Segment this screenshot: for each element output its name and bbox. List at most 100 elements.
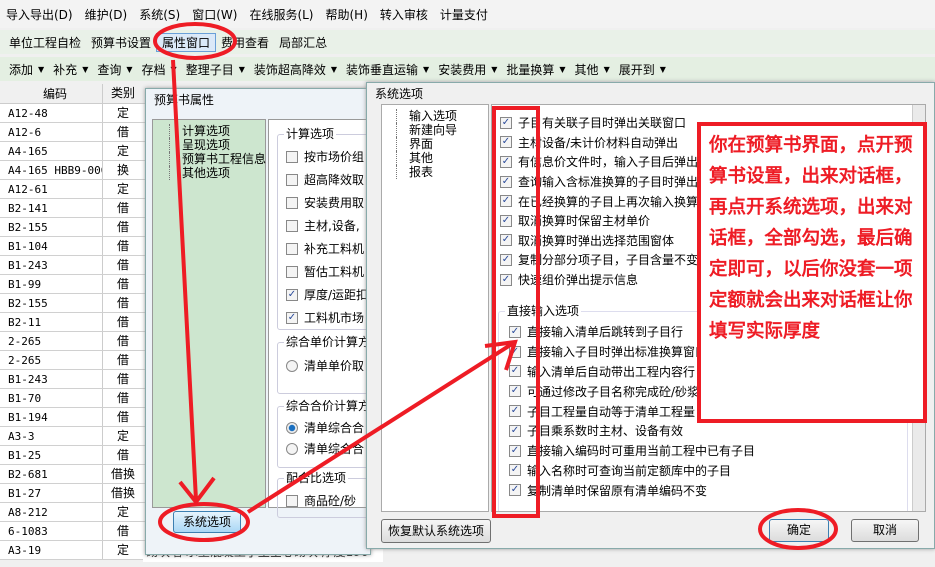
table-row[interactable]: 2-265 借 bbox=[0, 332, 145, 351]
toolbar-dropdown[interactable]: 添加 bbox=[4, 61, 38, 78]
checkbox-icon[interactable]: ✓ bbox=[500, 253, 512, 266]
menu-item[interactable]: 系统(S) bbox=[133, 6, 186, 23]
col-header-code[interactable]: 编码 bbox=[0, 84, 103, 103]
radio-icon[interactable] bbox=[286, 359, 298, 372]
table-row[interactable]: A4-165 定 bbox=[0, 142, 145, 161]
toolbar-dropdown[interactable]: 存档 bbox=[137, 61, 171, 78]
checkbox-icon[interactable] bbox=[286, 219, 298, 232]
checkbox-icon[interactable]: ✓ bbox=[286, 288, 298, 301]
checkbox-icon[interactable]: ✓ bbox=[509, 365, 521, 378]
table-row[interactable]: B2-155 借 bbox=[0, 218, 145, 237]
checkbox-icon[interactable]: ✓ bbox=[500, 136, 512, 149]
checkbox-icon[interactable]: ✓ bbox=[500, 273, 512, 286]
chevron-down-icon[interactable]: ▼ bbox=[82, 65, 92, 74]
menu-item[interactable]: 转入审核 bbox=[374, 6, 434, 23]
checkbox-icon[interactable]: ✓ bbox=[509, 464, 521, 477]
checkbox-icon[interactable] bbox=[286, 265, 298, 278]
table-row[interactable]: B1-99 借 bbox=[0, 275, 145, 294]
table-row[interactable]: B2-681 借换 bbox=[0, 465, 145, 484]
table-row[interactable]: B1-27 借换 bbox=[0, 484, 145, 503]
chevron-down-icon[interactable]: ▼ bbox=[171, 65, 181, 74]
menu-item[interactable]: 帮助(H) bbox=[320, 6, 374, 23]
table-row[interactable]: B1-243 借 bbox=[0, 370, 145, 389]
toolbar-button[interactable]: 预算书设置 bbox=[86, 34, 156, 51]
checkbox-option[interactable]: ✓ 子目乘系数时主材、设备有效 bbox=[509, 421, 904, 441]
cancel-button[interactable]: 取消 bbox=[851, 519, 919, 542]
table-row[interactable]: B2-141 借 bbox=[0, 199, 145, 218]
chevron-down-icon[interactable]: ▼ bbox=[331, 65, 341, 74]
toolbar-dropdown[interactable]: 其他 bbox=[570, 61, 604, 78]
tree-item[interactable]: 报表 bbox=[396, 165, 488, 179]
checkbox-icon[interactable]: ✓ bbox=[500, 155, 512, 168]
checkbox-icon[interactable]: ✓ bbox=[509, 484, 521, 497]
toolbar-button[interactable]: 属性窗口 bbox=[156, 32, 217, 52]
chevron-down-icon[interactable]: ▼ bbox=[604, 65, 614, 74]
toolbar-button[interactable]: 单位工程自检 bbox=[4, 34, 86, 51]
menu-item[interactable]: 计量支付 bbox=[434, 6, 494, 23]
checkbox-icon[interactable]: ✓ bbox=[500, 214, 512, 227]
toolbar-dropdown[interactable]: 批量换算 bbox=[501, 61, 559, 78]
checkbox-icon[interactable] bbox=[286, 242, 298, 255]
table-row[interactable]: B2-155 借 bbox=[0, 294, 145, 313]
toolbar-dropdown[interactable]: 整理子目 bbox=[181, 61, 239, 78]
checkbox-icon[interactable]: ✓ bbox=[509, 444, 521, 457]
checkbox-icon[interactable]: ✓ bbox=[509, 385, 521, 398]
checkbox-icon[interactable] bbox=[286, 173, 298, 186]
chevron-down-icon[interactable]: ▼ bbox=[423, 65, 433, 74]
table-row[interactable]: 2-265 借 bbox=[0, 351, 145, 370]
chevron-down-icon[interactable]: ▼ bbox=[126, 65, 136, 74]
checkbox-icon[interactable]: ✓ bbox=[500, 195, 512, 208]
table-row[interactable]: B2-11 借 bbox=[0, 313, 145, 332]
tree-item[interactable]: 输入选项 bbox=[396, 109, 488, 123]
tree-item[interactable]: 界面 bbox=[396, 137, 488, 151]
chevron-down-icon[interactable]: ▼ bbox=[239, 65, 249, 74]
toolbar-dropdown[interactable]: 装饰超高降效 bbox=[249, 61, 331, 78]
checkbox-icon[interactable]: ✓ bbox=[509, 345, 521, 358]
checkbox-icon[interactable]: ✓ bbox=[500, 116, 512, 129]
checkbox-icon[interactable]: ✓ bbox=[286, 311, 298, 324]
table-row[interactable]: A4-165 HBB9-000 换 bbox=[0, 161, 145, 180]
menu-item[interactable]: 窗口(W) bbox=[186, 6, 243, 23]
radio-icon[interactable] bbox=[286, 421, 298, 434]
table-row[interactable]: B1-243 借 bbox=[0, 256, 145, 275]
chevron-down-icon[interactable]: ▼ bbox=[38, 65, 48, 74]
table-row[interactable]: B1-194 借 bbox=[0, 408, 145, 427]
checkbox-icon[interactable]: ✓ bbox=[500, 234, 512, 247]
radio-icon[interactable] bbox=[286, 442, 298, 455]
checkbox-icon[interactable] bbox=[286, 150, 298, 163]
checkbox-option[interactable]: ✓ 复制清单时保留原有清单编码不变 bbox=[509, 480, 904, 500]
table-row[interactable]: B1-104 借 bbox=[0, 237, 145, 256]
checkbox-option[interactable]: ✓ 直接输入编码时可重用当前工程中已有子目 bbox=[509, 441, 904, 461]
table-row[interactable]: A12-48 定 bbox=[0, 104, 145, 123]
menu-item[interactable]: 在线服务(L) bbox=[243, 6, 319, 23]
tree-item[interactable]: 新建向导 bbox=[396, 123, 488, 137]
chevron-down-icon[interactable]: ▼ bbox=[559, 65, 569, 74]
tree-item[interactable]: 预算书工程信息 bbox=[169, 152, 266, 166]
checkbox-icon[interactable]: ✓ bbox=[509, 405, 521, 418]
toolbar-dropdown[interactable]: 补充 bbox=[48, 61, 82, 78]
table-row[interactable]: A12-61 定 bbox=[0, 180, 145, 199]
menu-item[interactable]: 维护(D) bbox=[79, 6, 134, 23]
chevron-down-icon[interactable]: ▼ bbox=[660, 65, 670, 74]
table-row[interactable]: B1-70 借 bbox=[0, 389, 145, 408]
checkbox-icon[interactable]: ✓ bbox=[509, 325, 521, 338]
toolbar-button[interactable]: 费用查看 bbox=[216, 34, 274, 51]
system-options-button[interactable]: 系统选项 bbox=[173, 511, 241, 533]
toolbar-dropdown[interactable]: 安装费用 bbox=[433, 61, 491, 78]
table-row[interactable]: A12-6 借 bbox=[0, 123, 145, 142]
chevron-down-icon[interactable]: ▼ bbox=[491, 65, 501, 74]
checkbox-icon[interactable] bbox=[286, 494, 298, 507]
toolbar-dropdown[interactable]: 查询 bbox=[92, 61, 126, 78]
checkbox-icon[interactable] bbox=[286, 196, 298, 209]
col-header-type[interactable]: 类别 bbox=[103, 84, 143, 103]
checkbox-icon[interactable]: ✓ bbox=[500, 175, 512, 188]
toolbar-button[interactable]: 局部汇总 bbox=[274, 34, 332, 51]
table-row[interactable]: A8-212 定 bbox=[0, 503, 145, 522]
restore-defaults-button[interactable]: 恢复默认系统选项 bbox=[381, 519, 491, 543]
toolbar-dropdown[interactable]: 装饰垂直运输 bbox=[341, 61, 423, 78]
checkbox-option[interactable]: ✓ 输入名称时可查询当前定额库中的子目 bbox=[509, 461, 904, 481]
tree-item[interactable]: 其他选项 bbox=[169, 166, 265, 180]
menu-item[interactable]: 导入导出(D) bbox=[0, 6, 79, 23]
table-row[interactable]: A3-3 定 bbox=[0, 427, 145, 446]
table-row[interactable]: A3-19 定 bbox=[0, 541, 145, 560]
